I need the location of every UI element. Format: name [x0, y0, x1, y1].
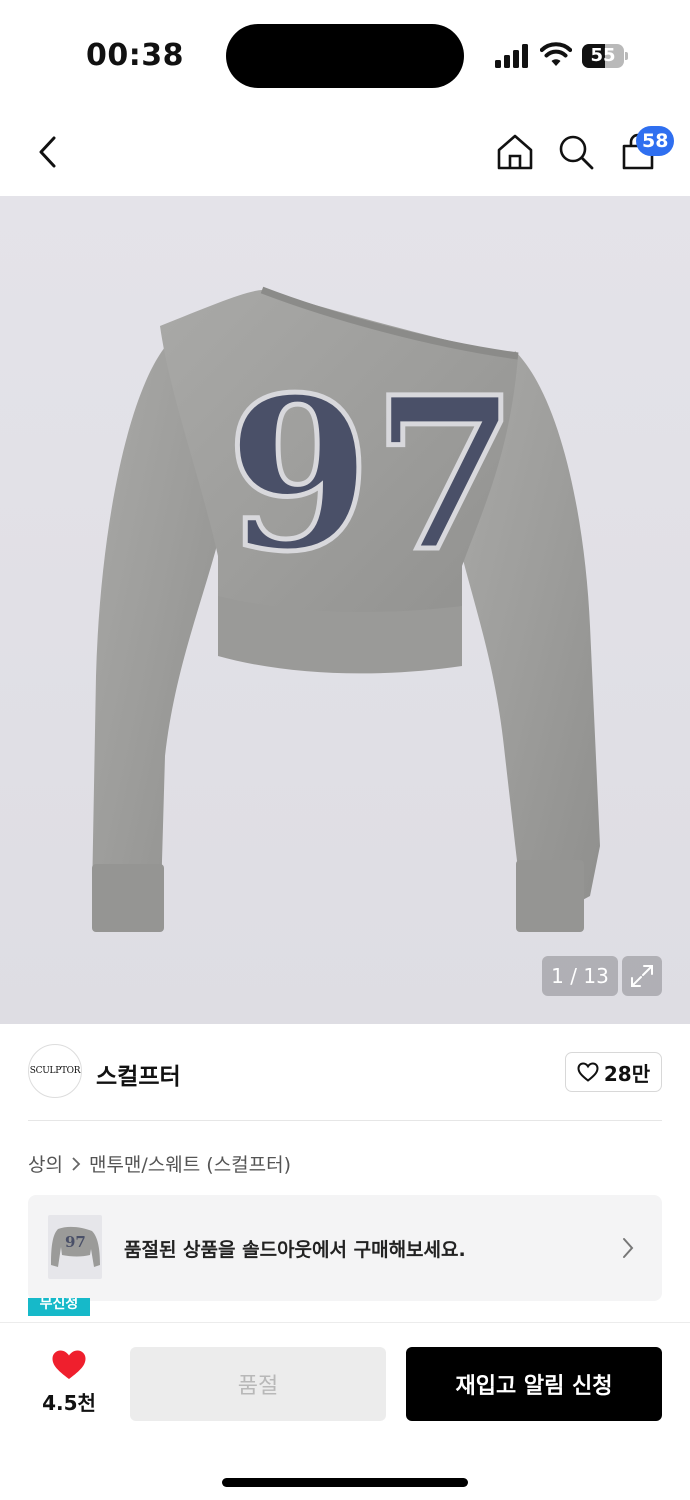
- chevron-right-icon: [72, 1156, 81, 1171]
- brand-logo[interactable]: SCULPTOR: [28, 1044, 82, 1098]
- heart-filled-icon: [52, 1350, 86, 1379]
- svg-text:97: 97: [65, 1233, 86, 1251]
- chevron-right-icon: [623, 1238, 634, 1258]
- bottom-action-bar: 4.5천 품절 재입고 알림 신청: [0, 1322, 690, 1500]
- breadcrumb: 상의 맨투맨/스웨트 (스컬프터): [28, 1150, 291, 1177]
- home-button[interactable]: [491, 128, 539, 176]
- signal-icon: [495, 44, 528, 68]
- expand-icon: [631, 965, 653, 987]
- soldout-button[interactable]: 품절: [130, 1347, 386, 1421]
- restock-alert-button[interactable]: 재입고 알림 신청: [406, 1347, 662, 1421]
- wish-count: 4.5천: [42, 1391, 96, 1415]
- heart-outline-icon: [577, 1062, 599, 1082]
- home-icon: [497, 134, 533, 170]
- search-button[interactable]: [552, 128, 600, 176]
- battery-level: 55: [590, 45, 616, 66]
- expand-image-button[interactable]: [622, 956, 662, 996]
- top-navigation: [0, 110, 690, 196]
- brand-row: SCULPTOR 스컬프터 28만: [0, 1024, 690, 1120]
- brand-like-button[interactable]: 28만: [565, 1052, 662, 1092]
- product-image[interactable]: 97: [0, 196, 690, 1024]
- brand-like-count: 28만: [603, 1061, 651, 1086]
- chevron-left-icon: [39, 136, 56, 168]
- wish-button[interactable]: 4.5천: [30, 1349, 108, 1419]
- banner-thumbnail: 97: [48, 1215, 102, 1279]
- image-counter: 1 / 13: [542, 956, 618, 996]
- sweatshirt-image: 97: [92, 286, 600, 932]
- divider: [28, 1120, 662, 1121]
- sweatshirt-print: 97: [226, 351, 518, 598]
- brand-name[interactable]: 스컬프터: [96, 1057, 181, 1091]
- search-icon: [559, 135, 594, 170]
- breadcrumb-item-subcategory[interactable]: 맨투맨/스웨트 (스컬프터): [89, 1150, 291, 1177]
- breadcrumb-item-category[interactable]: 상의: [28, 1150, 63, 1177]
- soldout-banner[interactable]: 97 품절된 상품을 솔드아웃에서 구매해보세요.: [28, 1195, 662, 1301]
- home-indicator: [222, 1478, 468, 1487]
- status-time: 00:38: [86, 38, 184, 73]
- wifi-icon: [540, 42, 572, 66]
- cart-count-badge: 58: [636, 126, 675, 156]
- battery-indicator: 55: [582, 44, 628, 68]
- banner-text: 품절된 상품을 솔드아웃에서 구매해보세요.: [124, 1239, 466, 1261]
- dynamic-island: [226, 24, 464, 88]
- back-button[interactable]: [24, 128, 72, 176]
- status-bar: 00:38 55: [0, 0, 690, 110]
- promo-badge: 무신정: [28, 1298, 90, 1316]
